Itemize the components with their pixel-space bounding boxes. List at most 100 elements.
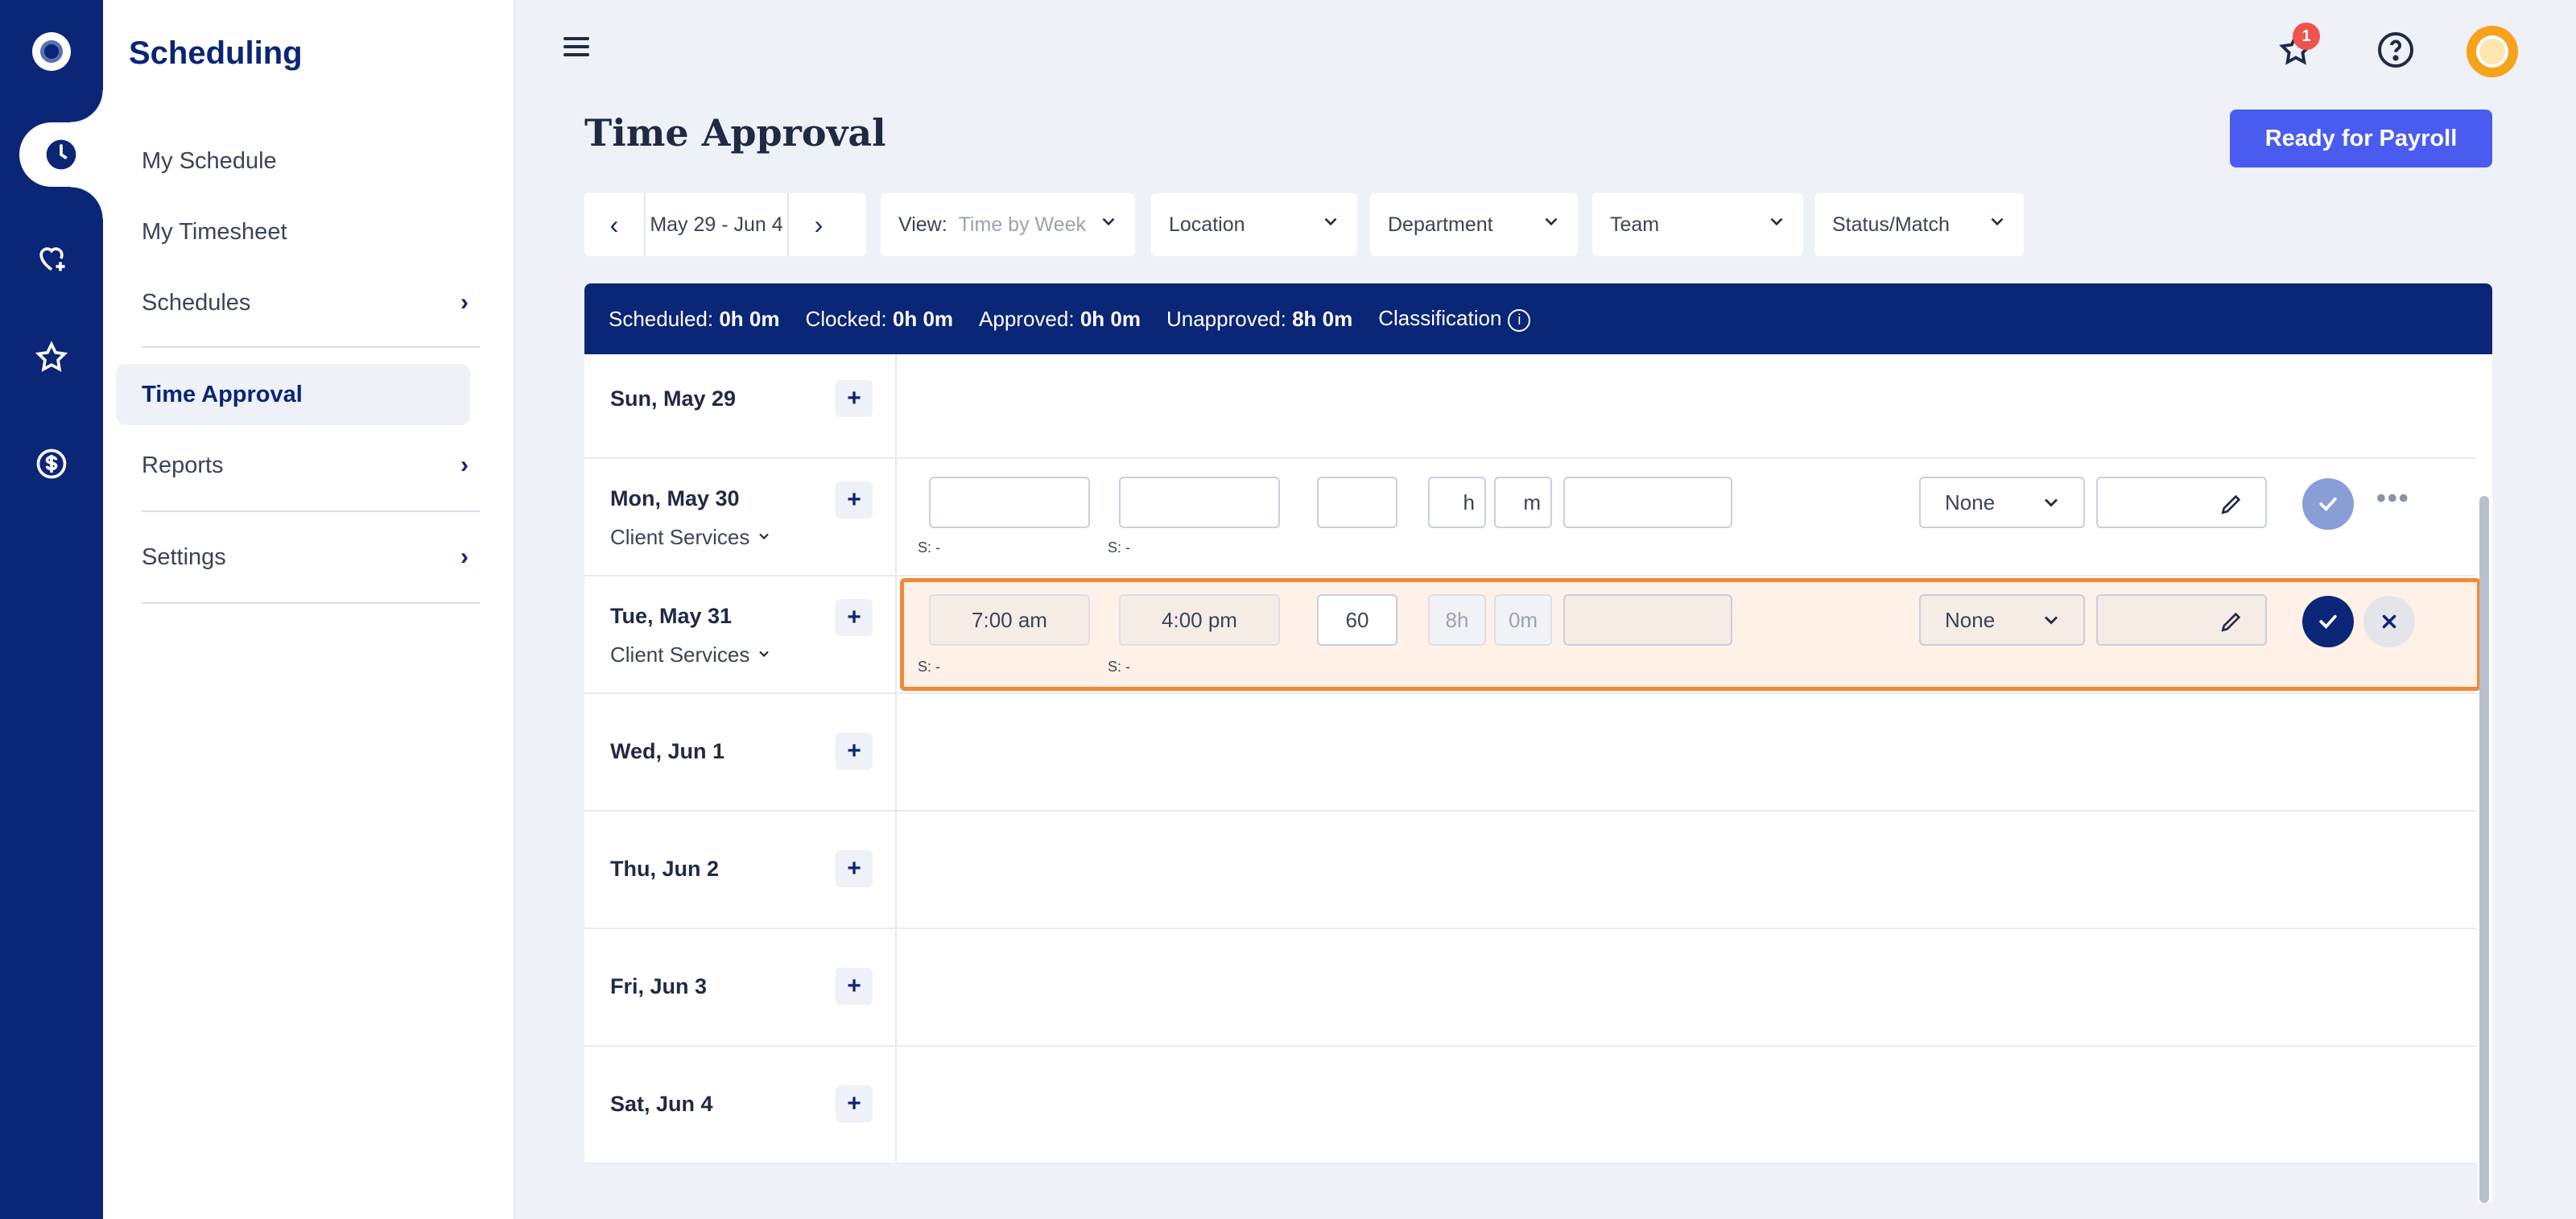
vertical-scrollbar[interactable] (2479, 496, 2489, 1203)
approve-button[interactable] (2302, 478, 2354, 530)
summary-bar: Scheduled: 0h 0m Clocked: 0h 0m Approved… (584, 283, 2492, 354)
add-entry-button[interactable]: + (836, 850, 873, 887)
chevron-down-icon (1991, 217, 2004, 226)
chevron-down-icon (1324, 217, 1337, 226)
hours-input[interactable]: h (1428, 477, 1486, 528)
sidebar-item-time-approval[interactable]: Time Approval (116, 364, 470, 425)
clock-out-input[interactable]: 4:00 pm (1119, 594, 1280, 646)
more-options-icon[interactable]: ••• (2376, 483, 2410, 514)
divider (142, 510, 480, 512)
info-icon[interactable]: i (1508, 308, 1531, 332)
heart-plus-icon[interactable] (0, 225, 103, 290)
table-footer (584, 1164, 2478, 1203)
scheduled-end-label: S: - (1108, 539, 1131, 556)
notification-badge: 1 (2293, 23, 2320, 50)
pay-type-value: None (1945, 490, 1996, 514)
add-entry-button[interactable]: + (836, 481, 873, 519)
add-entry-button[interactable]: + (836, 733, 873, 770)
sidebar-item-my-schedule[interactable]: My Schedule (142, 130, 480, 192)
next-week-button[interactable]: › (789, 193, 848, 256)
status-match-label: Status/Match (1832, 213, 1950, 236)
note-input[interactable] (1563, 477, 1732, 528)
clock-in-input[interactable]: 7:00 am (929, 594, 1090, 646)
add-entry-button[interactable]: + (836, 599, 873, 636)
help-icon[interactable] (2373, 27, 2418, 72)
clock-icon[interactable] (19, 90, 103, 219)
sidebar-item-schedules[interactable]: Schedules › (142, 272, 480, 333)
save-approve-button[interactable] (2302, 596, 2354, 647)
department-dropdown[interactable]: Client Services (610, 525, 772, 550)
sidebar-item-label: Time Approval (142, 381, 303, 407)
add-entry-button[interactable]: + (836, 1085, 873, 1122)
day-label: Thu, Jun 2 (610, 857, 719, 881)
logo-icon[interactable] (32, 32, 71, 71)
summary-clocked: Clocked: 0h 0m (805, 306, 954, 331)
scheduled-end-label: S: - (1108, 659, 1131, 675)
pencil-icon[interactable] (2219, 609, 2244, 634)
chevron-down-icon (1102, 217, 1115, 226)
page-title: Time Approval (584, 111, 886, 155)
chevron-right-icon: › (460, 289, 469, 316)
day-label: Tue, May 31 (610, 604, 733, 628)
clock-out-input[interactable] (1119, 477, 1280, 528)
star-icon[interactable] (0, 325, 103, 390)
view-select[interactable]: View: Time by Week (881, 193, 1135, 256)
close-icon (2382, 614, 2396, 629)
sidebar-item-label: My Timesheet (142, 218, 287, 245)
note-input[interactable] (1563, 594, 1732, 646)
cancel-edit-button[interactable] (2363, 596, 2415, 647)
chevron-right-icon: › (460, 452, 469, 478)
comment-field[interactable] (2096, 477, 2267, 528)
favorites-star-icon[interactable]: 1 (2273, 23, 2320, 72)
team-select[interactable]: Team (1592, 193, 1803, 256)
app-rail (0, 0, 103, 1219)
day-label: Fri, Jun 3 (610, 974, 708, 998)
summary-unapproved: Unapproved: 8h 0m (1166, 306, 1353, 331)
sidebar-item-label: Settings (142, 543, 226, 570)
chevron-right-icon: › (460, 543, 469, 570)
date-range-label[interactable]: May 29 - Jun 4 (644, 193, 789, 256)
scheduled-start-label: S: - (918, 659, 941, 675)
chevron-down-icon (2045, 616, 2058, 625)
sidebar-item-my-timesheet[interactable]: My Timesheet (142, 201, 480, 262)
day-label: Sat, Jun 4 (610, 1092, 713, 1116)
check-icon (2319, 614, 2337, 629)
day-label: Sun, May 29 (610, 386, 737, 411)
time-approval-table: Sun, May 29 + Mon, May 30 Client Service… (584, 354, 2492, 1203)
pay-type-select[interactable]: None (1919, 594, 2085, 646)
comment-field[interactable] (2096, 594, 2267, 646)
divider (142, 602, 480, 604)
day-label: Wed, Jun 1 (610, 739, 725, 763)
status-match-select[interactable]: Status/Match (1814, 193, 2024, 256)
sidebar-item-label: Reports (142, 452, 224, 478)
day-label: Mon, May 30 (610, 486, 740, 510)
pencil-icon[interactable] (2219, 491, 2244, 517)
break-minutes-input[interactable] (1317, 477, 1397, 528)
sidebar-item-settings[interactable]: Settings › (142, 527, 480, 588)
team-label: Team (1610, 213, 1660, 236)
ready-for-payroll-button[interactable]: Ready for Payroll (2230, 110, 2492, 167)
summary-approved: Approved: 0h 0m (979, 306, 1141, 331)
check-icon (2319, 497, 2337, 511)
prev-week-button[interactable]: ‹ (584, 193, 644, 256)
sidebar-item-reports[interactable]: Reports › (142, 435, 480, 496)
sidebar: Scheduling My Schedule My Timesheet Sche… (103, 0, 515, 1219)
add-entry-button[interactable]: + (836, 380, 873, 417)
department-dropdown[interactable]: Client Services (610, 643, 772, 667)
dollar-icon[interactable] (0, 432, 103, 496)
clock-in-input[interactable] (929, 477, 1090, 528)
summary-scheduled: Scheduled: 0h 0m (609, 306, 780, 331)
minutes-input[interactable]: m (1494, 477, 1552, 528)
view-label: View: (898, 213, 947, 236)
menu-icon[interactable] (564, 32, 592, 61)
scheduled-start-label: S: - (918, 539, 941, 556)
break-minutes-input[interactable]: 60 (1317, 594, 1397, 646)
pay-type-select[interactable]: None (1919, 477, 2085, 528)
department-select[interactable]: Department (1370, 193, 1578, 256)
location-select[interactable]: Location (1151, 193, 1357, 256)
add-entry-button[interactable]: + (836, 968, 873, 1005)
chevron-down-icon (1770, 217, 1783, 226)
pay-type-value: None (1945, 607, 1996, 632)
summary-classification[interactable]: Classification i (1378, 306, 1531, 332)
avatar[interactable] (2467, 26, 2518, 77)
